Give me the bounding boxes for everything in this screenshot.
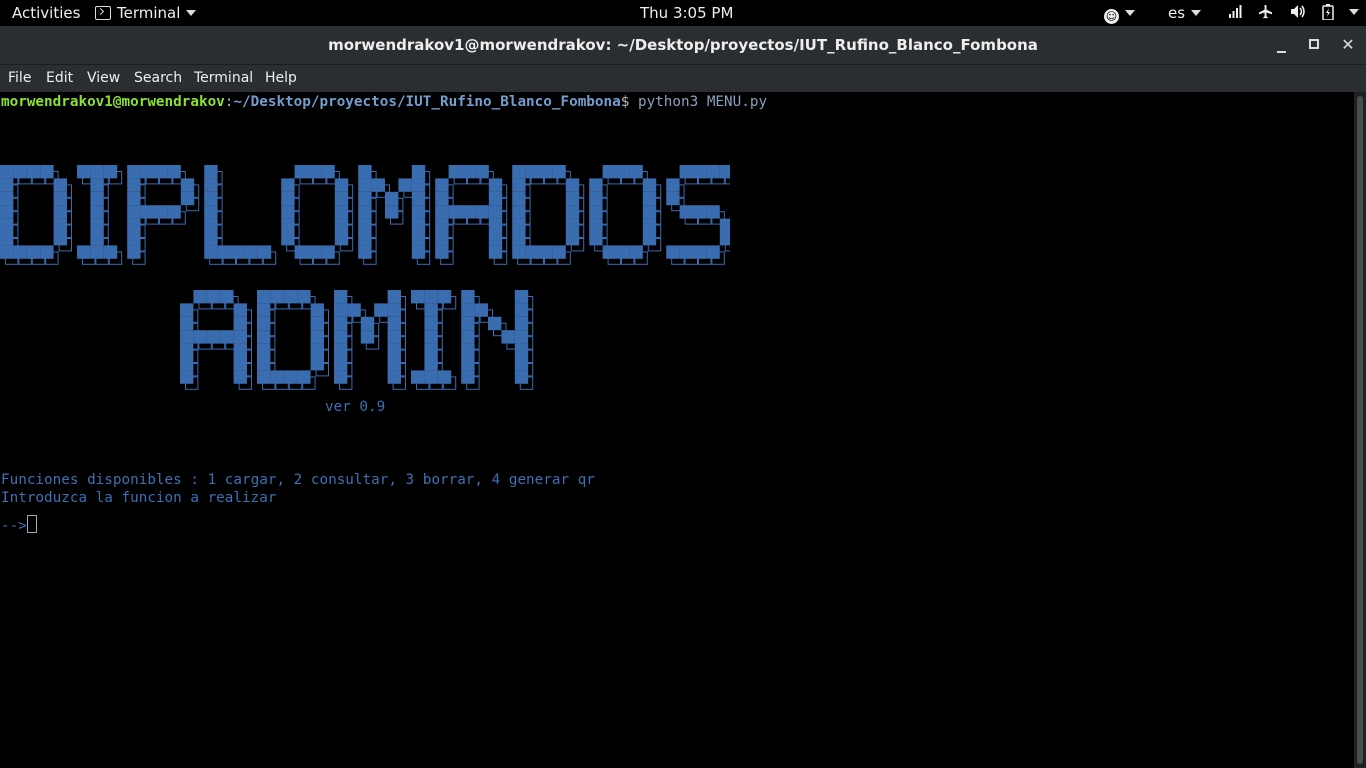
banner-letter-a <box>435 165 508 265</box>
banner-letter-l <box>204 165 277 265</box>
accessibility-menu[interactable]: ☺ <box>1104 0 1135 26</box>
maximize-button[interactable] <box>1299 26 1329 64</box>
language-label: es <box>1168 4 1186 22</box>
system-menu[interactable] <box>1228 0 1366 26</box>
banner-letter-m <box>358 165 431 265</box>
airplane-icon <box>1259 4 1273 19</box>
window-title: morwendrakov1@morwendrakov: ~/Desktop/pr… <box>328 36 1038 54</box>
minimize-button[interactable] <box>1266 26 1296 64</box>
close-button[interactable]: ✕ <box>1333 26 1363 64</box>
chevron-down-icon <box>1348 9 1359 15</box>
prompt-user: morwendrakov1@morwendrakov <box>1 94 225 110</box>
chevron-down-icon <box>186 10 197 16</box>
banner-letter-d <box>512 165 585 265</box>
banner-letter-i <box>77 165 123 265</box>
chevron-down-icon <box>1191 10 1202 16</box>
terminal-icon <box>95 6 111 20</box>
banner-letter-m <box>334 290 407 390</box>
network-icon <box>1229 5 1242 18</box>
functions-line: Funciones disponibles : 1 cargar, 2 cons… <box>1 472 595 488</box>
version-label: ver 0.9 <box>325 399 386 415</box>
prompt-symbol: $ <box>620 94 638 110</box>
battery-icon <box>1322 4 1335 21</box>
terminal-scrollbar[interactable] <box>1354 92 1366 768</box>
banner-letter-o <box>589 165 662 265</box>
language-menu[interactable]: es <box>1168 0 1202 26</box>
minimize-icon <box>1276 51 1286 53</box>
maximize-icon <box>1309 39 1319 49</box>
app-name: Terminal <box>117 4 181 22</box>
app-menu[interactable]: Terminal <box>95 0 197 26</box>
instruction-line: Introduzca la funcion a realizar <box>1 490 277 506</box>
menu-help[interactable]: Help <box>265 65 297 91</box>
banner-letter-a <box>180 290 252 390</box>
chevron-down-icon <box>1125 10 1135 16</box>
clock[interactable]: Thu 3:05 PM <box>640 0 733 26</box>
menu-bar: File Edit View Search Terminal Help <box>0 65 1366 93</box>
prompt-path: ~/Desktop/proyectos/IUT_Rufino_Blanco_Fo… <box>233 94 621 110</box>
menu-terminal[interactable]: Terminal <box>194 65 253 91</box>
input-prompt: --> <box>1 518 27 534</box>
accessibility-icon: ☺ <box>1104 9 1119 24</box>
scrollbar-thumb[interactable] <box>1357 96 1363 764</box>
command-text: python3 MENU.py <box>637 94 768 110</box>
text-cursor <box>26 515 37 533</box>
banner-letter-o <box>281 165 354 265</box>
banner-letter-i <box>411 290 457 390</box>
activities-button[interactable]: Activities <box>12 0 80 26</box>
banner-diplomados <box>0 165 730 265</box>
banner-letter-d <box>257 290 330 390</box>
banner-letter-s <box>666 165 730 265</box>
volume-icon <box>1290 5 1305 18</box>
menu-edit[interactable]: Edit <box>46 65 73 91</box>
close-icon: ✕ <box>1341 35 1355 54</box>
input-line[interactable]: --> <box>1 515 37 535</box>
banner-admin <box>180 290 534 390</box>
menu-file[interactable]: File <box>8 65 31 91</box>
shell-prompt-line: morwendrakov1@morwendrakov:~/Desktop/pro… <box>1 93 767 111</box>
menu-view[interactable]: View <box>87 65 120 91</box>
banner-letter-d <box>0 165 72 265</box>
banner-letter-n <box>461 290 534 390</box>
terminal-output[interactable]: morwendrakov1@morwendrakov:~/Desktop/pro… <box>0 92 1354 768</box>
window-titlebar[interactable]: morwendrakov1@morwendrakov: ~/Desktop/pr… <box>0 26 1366 65</box>
top-bar: Activities Terminal Thu 3:05 PM ☺ es <box>0 0 1366 26</box>
banner-letter-p <box>127 165 200 265</box>
menu-search[interactable]: Search <box>134 65 182 91</box>
